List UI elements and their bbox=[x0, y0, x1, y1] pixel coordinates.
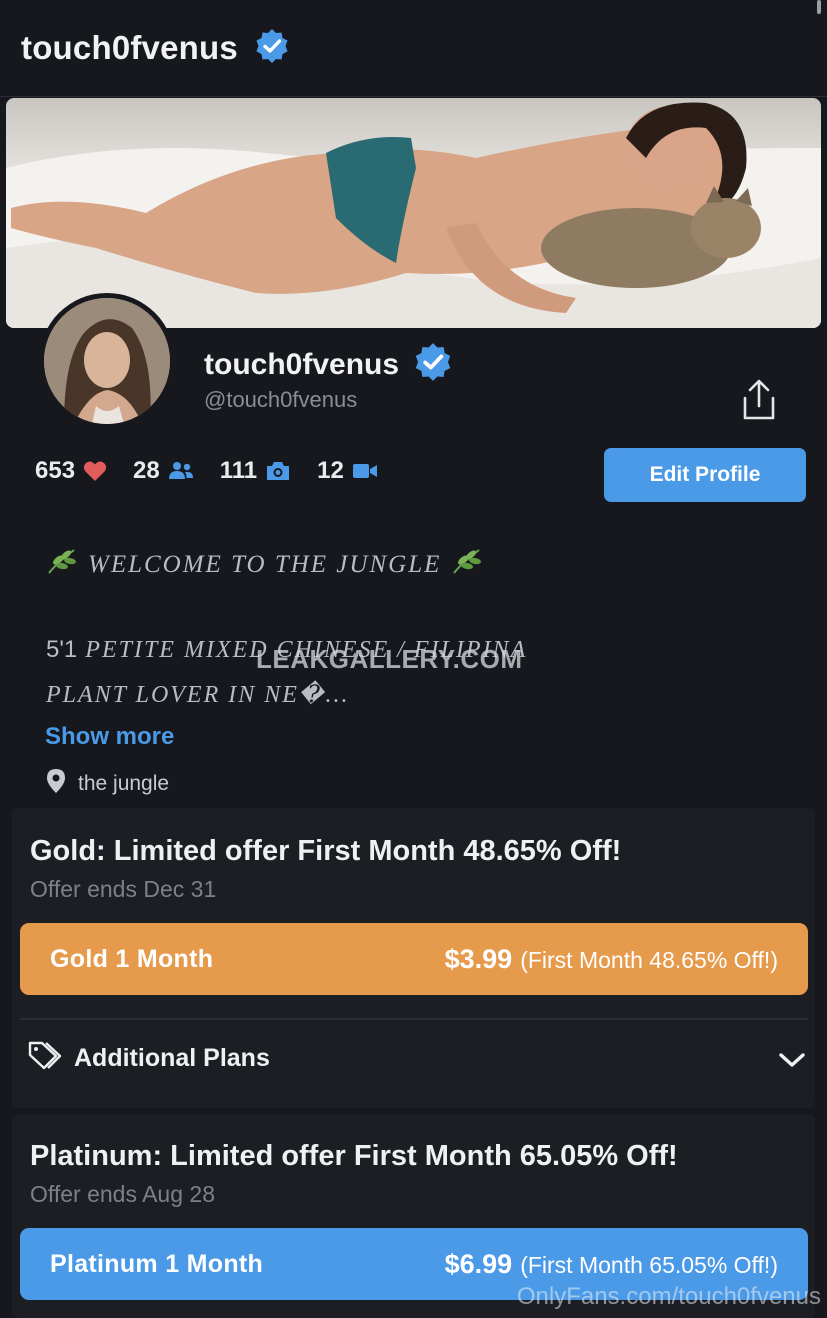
show-more-link[interactable]: Show more bbox=[45, 723, 174, 751]
gold-offer-ends: Offer ends Dec 31 bbox=[30, 876, 217, 902]
header-title: touch0fvenus bbox=[21, 29, 238, 66]
cover-photo bbox=[6, 98, 821, 328]
videos-count: 12 bbox=[317, 457, 344, 484]
leaf-icon bbox=[451, 546, 483, 583]
stat-photos: 111 bbox=[220, 457, 291, 485]
likes-count: 653 bbox=[35, 457, 76, 484]
share-icon[interactable] bbox=[740, 378, 778, 422]
stat-fans: 28 bbox=[133, 457, 194, 485]
heart-icon bbox=[83, 460, 107, 482]
avatar[interactable] bbox=[39, 293, 175, 429]
profile-name-row: touch0fvenus bbox=[204, 342, 453, 387]
location-text: the jungle bbox=[78, 772, 170, 795]
gold-plan-name: Gold 1 Month bbox=[50, 944, 214, 973]
gold-price: $3.99 bbox=[444, 943, 513, 974]
verified-badge-icon bbox=[413, 342, 453, 387]
gold-offer-title: Gold: Limited offer First Month 48.65% O… bbox=[30, 835, 622, 867]
gold-price-group: $3.99 (First Month 48.65% Off!) bbox=[445, 944, 778, 975]
platinum-offer-title: Platinum: Limited offer First Month 65.0… bbox=[30, 1140, 678, 1172]
platinum-discount: (First Month 65.05% Off!) bbox=[520, 1251, 778, 1278]
profile-page: touch0fvenus touch0fvenus @touch0fvenus … bbox=[0, 0, 827, 1318]
watermark-overlay: LEAKGALLERY.COM bbox=[256, 644, 523, 674]
video-icon bbox=[352, 462, 378, 480]
platinum-price-group: $6.99 (First Month 65.05% Off!) bbox=[445, 1249, 778, 1280]
profile-handle: @touch0fvenus bbox=[204, 387, 358, 412]
top-header: touch0fvenus bbox=[0, 0, 827, 97]
stat-videos: 12 bbox=[317, 457, 378, 485]
edit-profile-button[interactable]: Edit Profile bbox=[604, 448, 806, 502]
platinum-plan-name: Platinum 1 Month bbox=[50, 1249, 264, 1278]
bio-welcome-text: WELCOME TO THE JUNGLE bbox=[88, 550, 442, 578]
platinum-price: $6.99 bbox=[444, 1248, 513, 1279]
verified-badge-icon bbox=[254, 28, 290, 69]
footer-watermark: OnlyFans.com/touch0fvenus bbox=[516, 1283, 821, 1310]
bio-welcome: WELCOME TO THE JUNGLE bbox=[46, 546, 483, 583]
fans-icon bbox=[168, 461, 194, 481]
bio-line-3: PLANT LOVER IN NE�... bbox=[46, 682, 350, 708]
divider bbox=[20, 1018, 808, 1020]
location-pin-icon bbox=[46, 768, 66, 800]
leaf-icon bbox=[46, 546, 78, 583]
location: the jungle bbox=[46, 768, 169, 800]
bio-height: 5'1 bbox=[46, 636, 78, 663]
gold-subscribe-button[interactable]: Gold 1 Month $3.99 (First Month 48.65% O… bbox=[20, 923, 808, 995]
additional-plans-toggle[interactable]: Additional Plans bbox=[28, 1040, 270, 1077]
profile-name: touch0fvenus bbox=[204, 347, 400, 381]
profile-stats: 653 28 111 12 bbox=[35, 454, 404, 488]
stat-likes: 653 bbox=[35, 457, 107, 485]
additional-plans-label: Additional Plans bbox=[74, 1044, 270, 1072]
fans-count: 28 bbox=[133, 457, 160, 484]
scrollbar[interactable] bbox=[817, 0, 821, 14]
photos-count: 111 bbox=[219, 457, 258, 484]
platinum-offer-ends: Offer ends Aug 28 bbox=[30, 1181, 215, 1207]
camera-icon bbox=[265, 460, 291, 482]
chevron-down-icon[interactable] bbox=[778, 1050, 806, 1075]
tag-icon bbox=[28, 1040, 64, 1077]
avatar-photo bbox=[44, 298, 170, 424]
gold-discount: (First Month 48.65% Off!) bbox=[520, 946, 778, 973]
